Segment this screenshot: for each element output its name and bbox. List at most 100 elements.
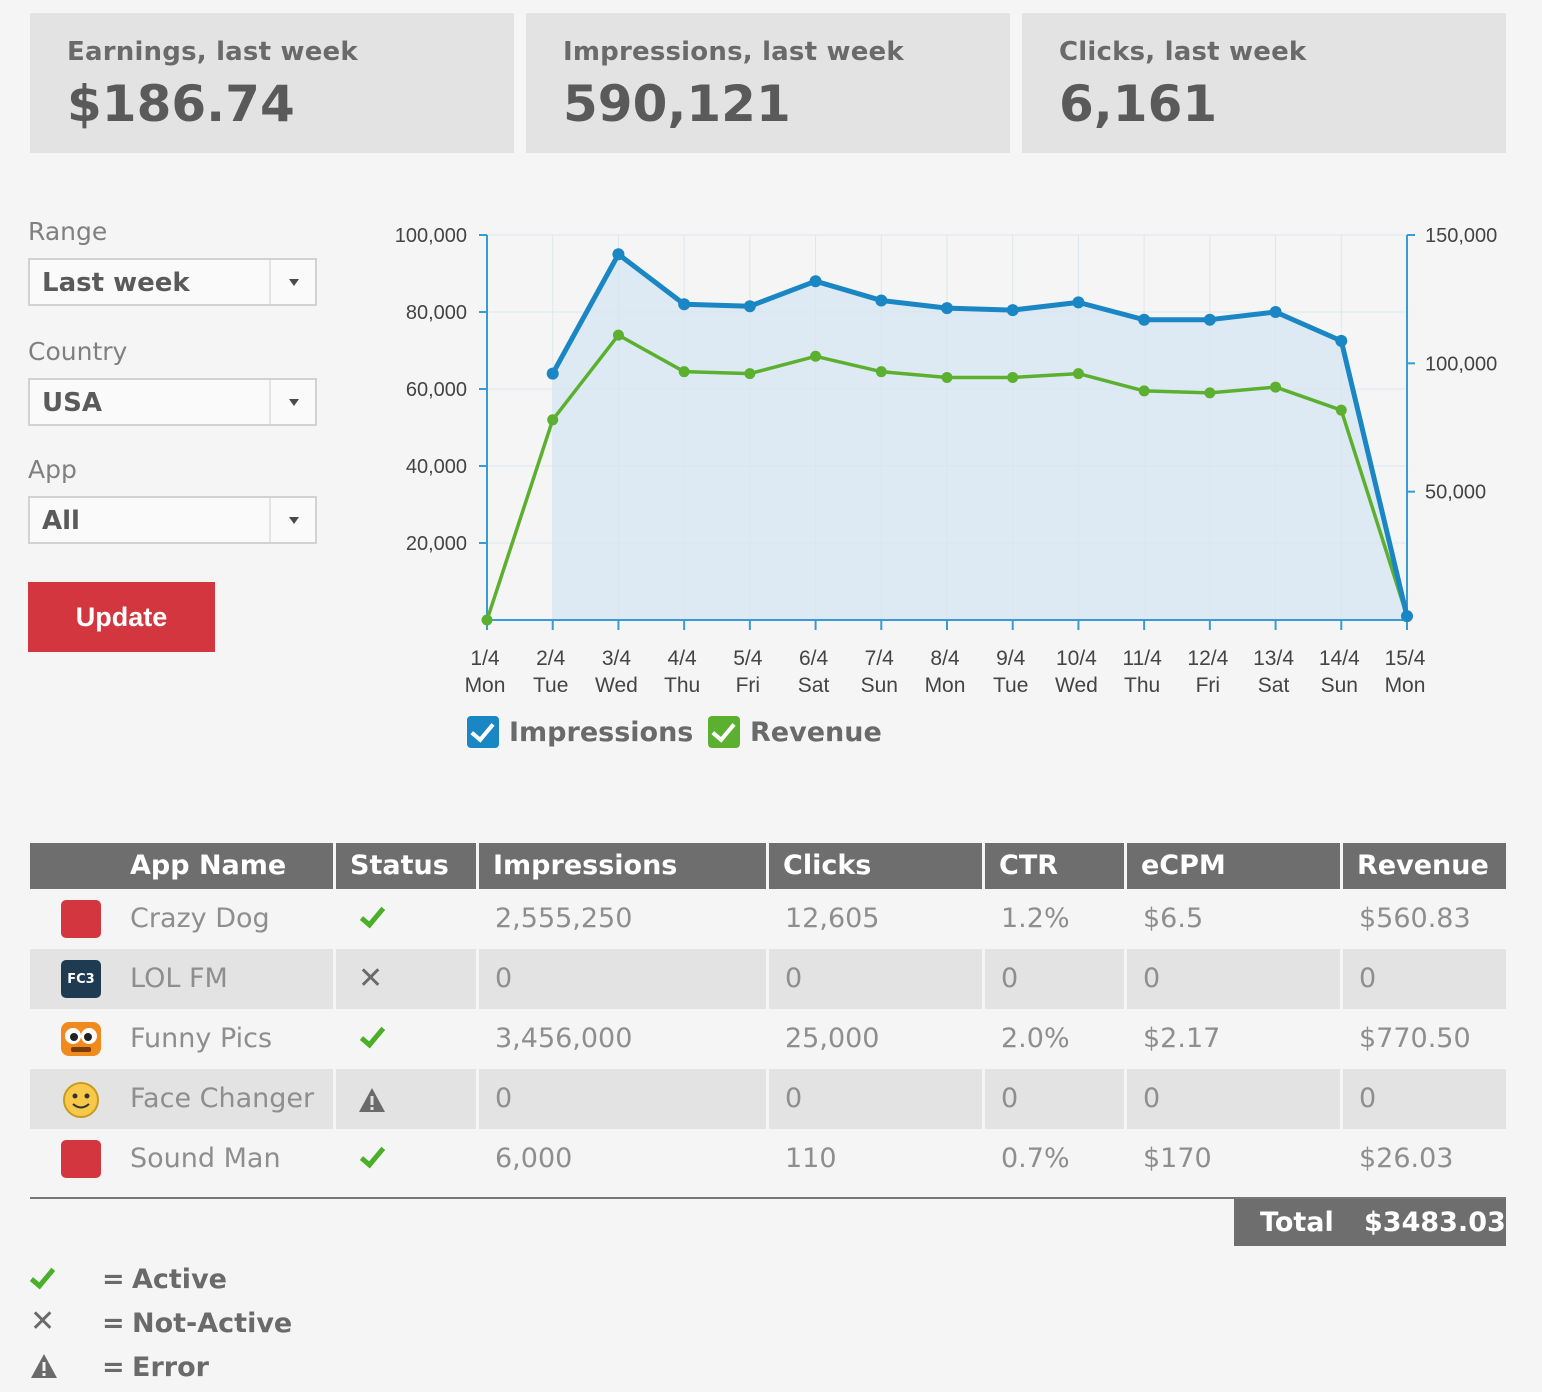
x-tick-label-date: 1/4 [470, 647, 500, 670]
chevron-down-icon[interactable] [269, 380, 315, 424]
impressions-point [1203, 313, 1216, 326]
impressions-point [1269, 306, 1282, 318]
impressions-cell: 6,000 [476, 1129, 766, 1189]
check-icon [29, 1262, 70, 1295]
x-tick-label-day: Mon [925, 674, 966, 697]
col-app-name[interactable]: App Name [30, 843, 333, 889]
legend-impressions[interactable]: Impressions [467, 716, 693, 748]
app-name[interactable]: Face Changer [130, 1069, 314, 1129]
update-button[interactable]: Update [28, 582, 215, 652]
revenue-point [1072, 368, 1084, 380]
checkbox-icon[interactable] [708, 716, 740, 748]
col-ecpm[interactable]: eCPM [1124, 843, 1340, 889]
table-header: App Name Status Impressions Clicks CTR e… [30, 843, 1506, 889]
x-tick-label-date: 13/4 [1253, 647, 1294, 670]
table-row[interactable]: Sound Man 6,000 110 0.7% $170 $26.03 [30, 1129, 1506, 1189]
checkbox-icon[interactable] [467, 716, 499, 748]
table-body: Crazy Dog 2,555,250 12,605 1.2% $6.5 $560.83 F… [30, 889, 1506, 1189]
y-tick-label-left: 40,000 [406, 456, 467, 478]
app-name[interactable]: Sound Man [130, 1129, 281, 1189]
key-label: Active [132, 1264, 227, 1295]
app-cell: Funny Pics [30, 1009, 333, 1069]
ctr-cell: 0.7% [982, 1129, 1124, 1189]
chevron-down-icon[interactable] [269, 498, 315, 542]
x-tick-label-day: Tue [993, 674, 1028, 697]
clicks-label: Clicks, last week [1059, 37, 1307, 67]
app-cell: FC3 LOL FM [30, 949, 333, 1009]
clicks-card: Clicks, last week 6,161 [1022, 13, 1506, 153]
x-icon: ✕ [30, 1304, 56, 1339]
x-icon: ✕ [358, 961, 384, 996]
y-tick-label-right: 150,000 [1425, 225, 1497, 247]
status-cell [333, 1129, 476, 1189]
ecpm-cell: 0 [1124, 949, 1340, 1009]
impressions-point [678, 298, 691, 311]
total-bar: Total $3483.03 [1234, 1199, 1506, 1246]
x-tick-label-day: Wed [595, 674, 638, 697]
total-value: $3483.03 [1364, 1207, 1506, 1238]
range-label: Range [28, 217, 108, 246]
app-name[interactable]: LOL FM [130, 949, 228, 1009]
x-tick-label-day: Sun [861, 674, 898, 697]
revenue-point [1204, 387, 1216, 399]
col-revenue[interactable]: Revenue [1340, 843, 1506, 889]
clicks-cell: 12,605 [766, 889, 982, 949]
range-select[interactable]: Last week [28, 258, 317, 306]
ecpm-cell: 0 [1124, 1069, 1340, 1129]
legend-revenue[interactable]: Revenue [708, 716, 882, 748]
warning-icon [358, 1083, 386, 1114]
col-impressions[interactable]: Impressions [476, 843, 766, 889]
x-tick-label-day: Fri [1196, 674, 1221, 697]
chevron-down-icon[interactable] [269, 260, 315, 304]
x-tick-label-date: 9/4 [996, 647, 1026, 670]
impressions-cell: 0 [476, 1069, 766, 1129]
y-tick-label-right: 50,000 [1425, 482, 1486, 504]
x-tick-label-day: Fri [736, 674, 761, 697]
impressions-point [1072, 296, 1085, 309]
x-tick-label-day: Mon [1385, 674, 1426, 697]
table-row[interactable]: Face Changer 0 0 0 0 0 [30, 1069, 1506, 1129]
revenue-point [875, 366, 887, 378]
x-tick-label-date: 3/4 [602, 647, 632, 670]
country-select[interactable]: USA [28, 378, 317, 426]
x-tick-label-day: Thu [1124, 674, 1160, 697]
x-tick-label-day: Sat [1258, 674, 1290, 697]
table-row[interactable]: FC3 LOL FM ✕ 0 0 0 0 0 [30, 949, 1506, 1009]
impressions-point [1006, 304, 1019, 317]
revenue-point [1335, 404, 1347, 416]
x-tick-label-date: 11/4 [1122, 647, 1162, 670]
revenue-point [744, 368, 756, 380]
revenue-cell: 0 [1340, 1069, 1506, 1129]
x-tick-label-day: Mon [465, 674, 506, 697]
x-tick-label-date: 15/4 [1385, 647, 1426, 670]
col-status[interactable]: Status [333, 843, 476, 889]
impressions-label: Impressions, last week [563, 37, 904, 67]
col-clicks[interactable]: Clicks [766, 843, 982, 889]
table-row[interactable]: Crazy Dog 2,555,250 12,605 1.2% $6.5 $560.83 [30, 889, 1506, 949]
key-equals: = [102, 1264, 125, 1295]
impressions-cell: 0 [476, 949, 766, 1009]
status-cell [333, 1009, 476, 1069]
revenue-cell: $26.03 [1340, 1129, 1506, 1189]
warning-icon [30, 1352, 70, 1387]
table-row[interactable]: Funny Pics 3,456,000 25,000 2.0% $2.17 $770.5… [30, 1009, 1506, 1069]
x-tick-label-day: Sat [798, 674, 830, 697]
x-tick-label-date: 10/4 [1056, 647, 1097, 670]
apps-table: App Name Status Impressions Clicks CTR e… [30, 843, 1506, 1189]
revenue-point [547, 414, 559, 426]
impressions-card: Impressions, last week 590,121 [526, 13, 1010, 153]
revenue-point [1138, 385, 1150, 397]
clicks-cell: 0 [766, 1069, 982, 1129]
red-square-icon [61, 900, 101, 938]
impressions-point [1138, 313, 1151, 326]
revenue-cell: 0 [1340, 949, 1506, 1009]
x-tick-label-day: Sun [1321, 674, 1358, 697]
clicks-cell: 0 [766, 949, 982, 1009]
ctr-cell: 1.2% [982, 889, 1124, 949]
x-tick-label-day: Tue [533, 674, 568, 697]
col-ctr[interactable]: CTR [982, 843, 1124, 889]
revenue-point [1007, 371, 1019, 383]
app-select[interactable]: All [28, 496, 317, 544]
app-name[interactable]: Crazy Dog [130, 889, 270, 949]
app-name[interactable]: Funny Pics [130, 1009, 272, 1069]
